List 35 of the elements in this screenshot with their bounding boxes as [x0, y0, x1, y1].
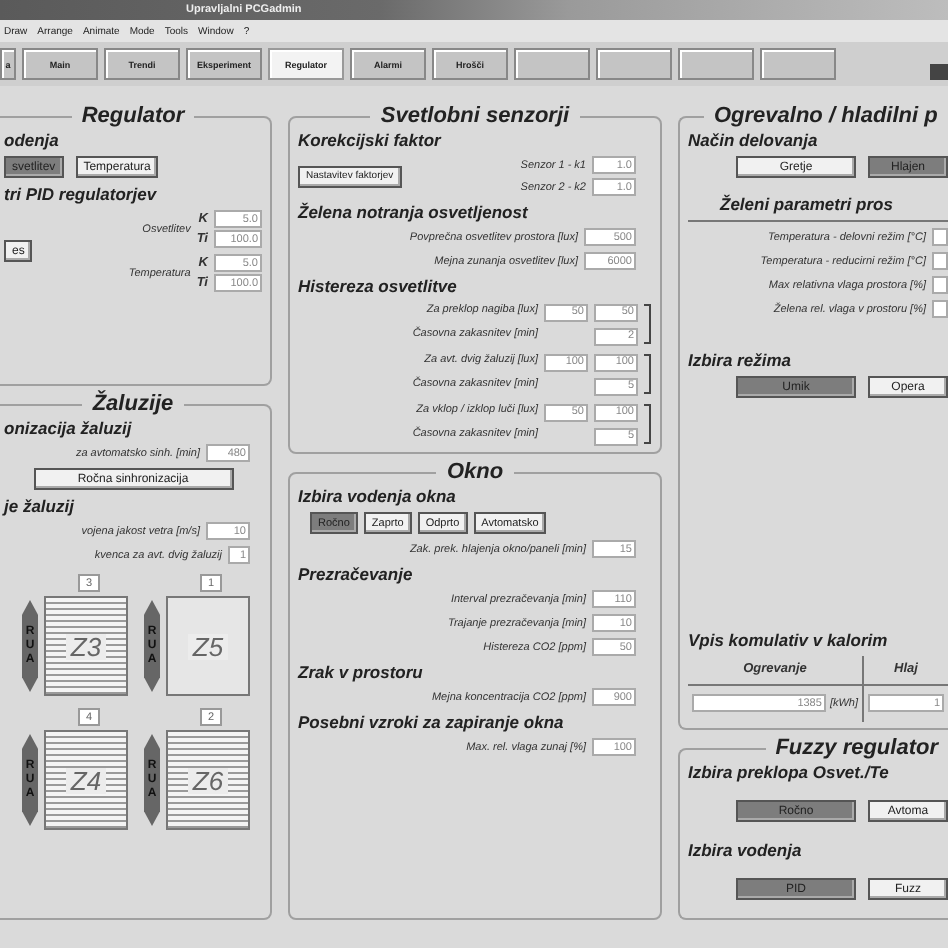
- blind-closed[interactable]: Z6: [166, 730, 250, 830]
- section-heading: Vpis komulativ v kalorim: [688, 630, 890, 650]
- blank-tab[interactable]: [514, 48, 590, 80]
- section-heading: odenja: [4, 130, 61, 150]
- section-heading: Želena notranja osvetljenost: [298, 202, 530, 222]
- blind-open[interactable]: Z5: [166, 596, 250, 696]
- section-heading: Prezračevanje: [298, 564, 415, 584]
- panel-title: Regulator: [79, 106, 188, 128]
- panel-title: Žaluzije: [90, 394, 176, 416]
- section-heading: Izbira vodenja okna: [298, 486, 458, 506]
- panel-title: Svetlobni senzorji: [378, 106, 572, 128]
- panel-title: Ogrevalno / hladilni p: [712, 106, 940, 128]
- panel-title: Fuzzy regulator: [773, 738, 941, 760]
- section-heading: Izbira režima: [688, 350, 793, 370]
- panel-title: Okno: [444, 462, 506, 484]
- section-heading: je žaluzij: [4, 496, 76, 516]
- status-indicator: [930, 64, 948, 80]
- bracket-icon: [644, 302, 652, 346]
- section-heading: Korekcijski faktor: [298, 130, 444, 150]
- section-heading: Izbira preklopa Osvet./Te: [688, 762, 891, 782]
- section-heading: Želeni parametri pros: [720, 194, 893, 214]
- blank-tab[interactable]: [596, 48, 672, 80]
- section-heading: Način delovanja: [688, 130, 820, 150]
- section-heading: Izbira vodenja: [688, 840, 804, 860]
- bracket-icon: [644, 352, 652, 396]
- section-heading: onizacija žaluzij: [4, 418, 134, 438]
- blank-tab[interactable]: [760, 48, 836, 80]
- section-heading: tri PID regulatorjev: [4, 184, 159, 204]
- section-heading: Posebni vzroki za zapiranje okna: [298, 712, 566, 732]
- section-heading: Zrak v prostoru: [298, 662, 425, 682]
- blank-tab[interactable]: [678, 48, 754, 80]
- blind-closed[interactable]: Z4: [44, 730, 128, 830]
- section-heading: Histereza osvetlitve: [298, 276, 459, 296]
- blind-closed[interactable]: Z3: [44, 596, 128, 696]
- bracket-icon: [644, 402, 652, 446]
